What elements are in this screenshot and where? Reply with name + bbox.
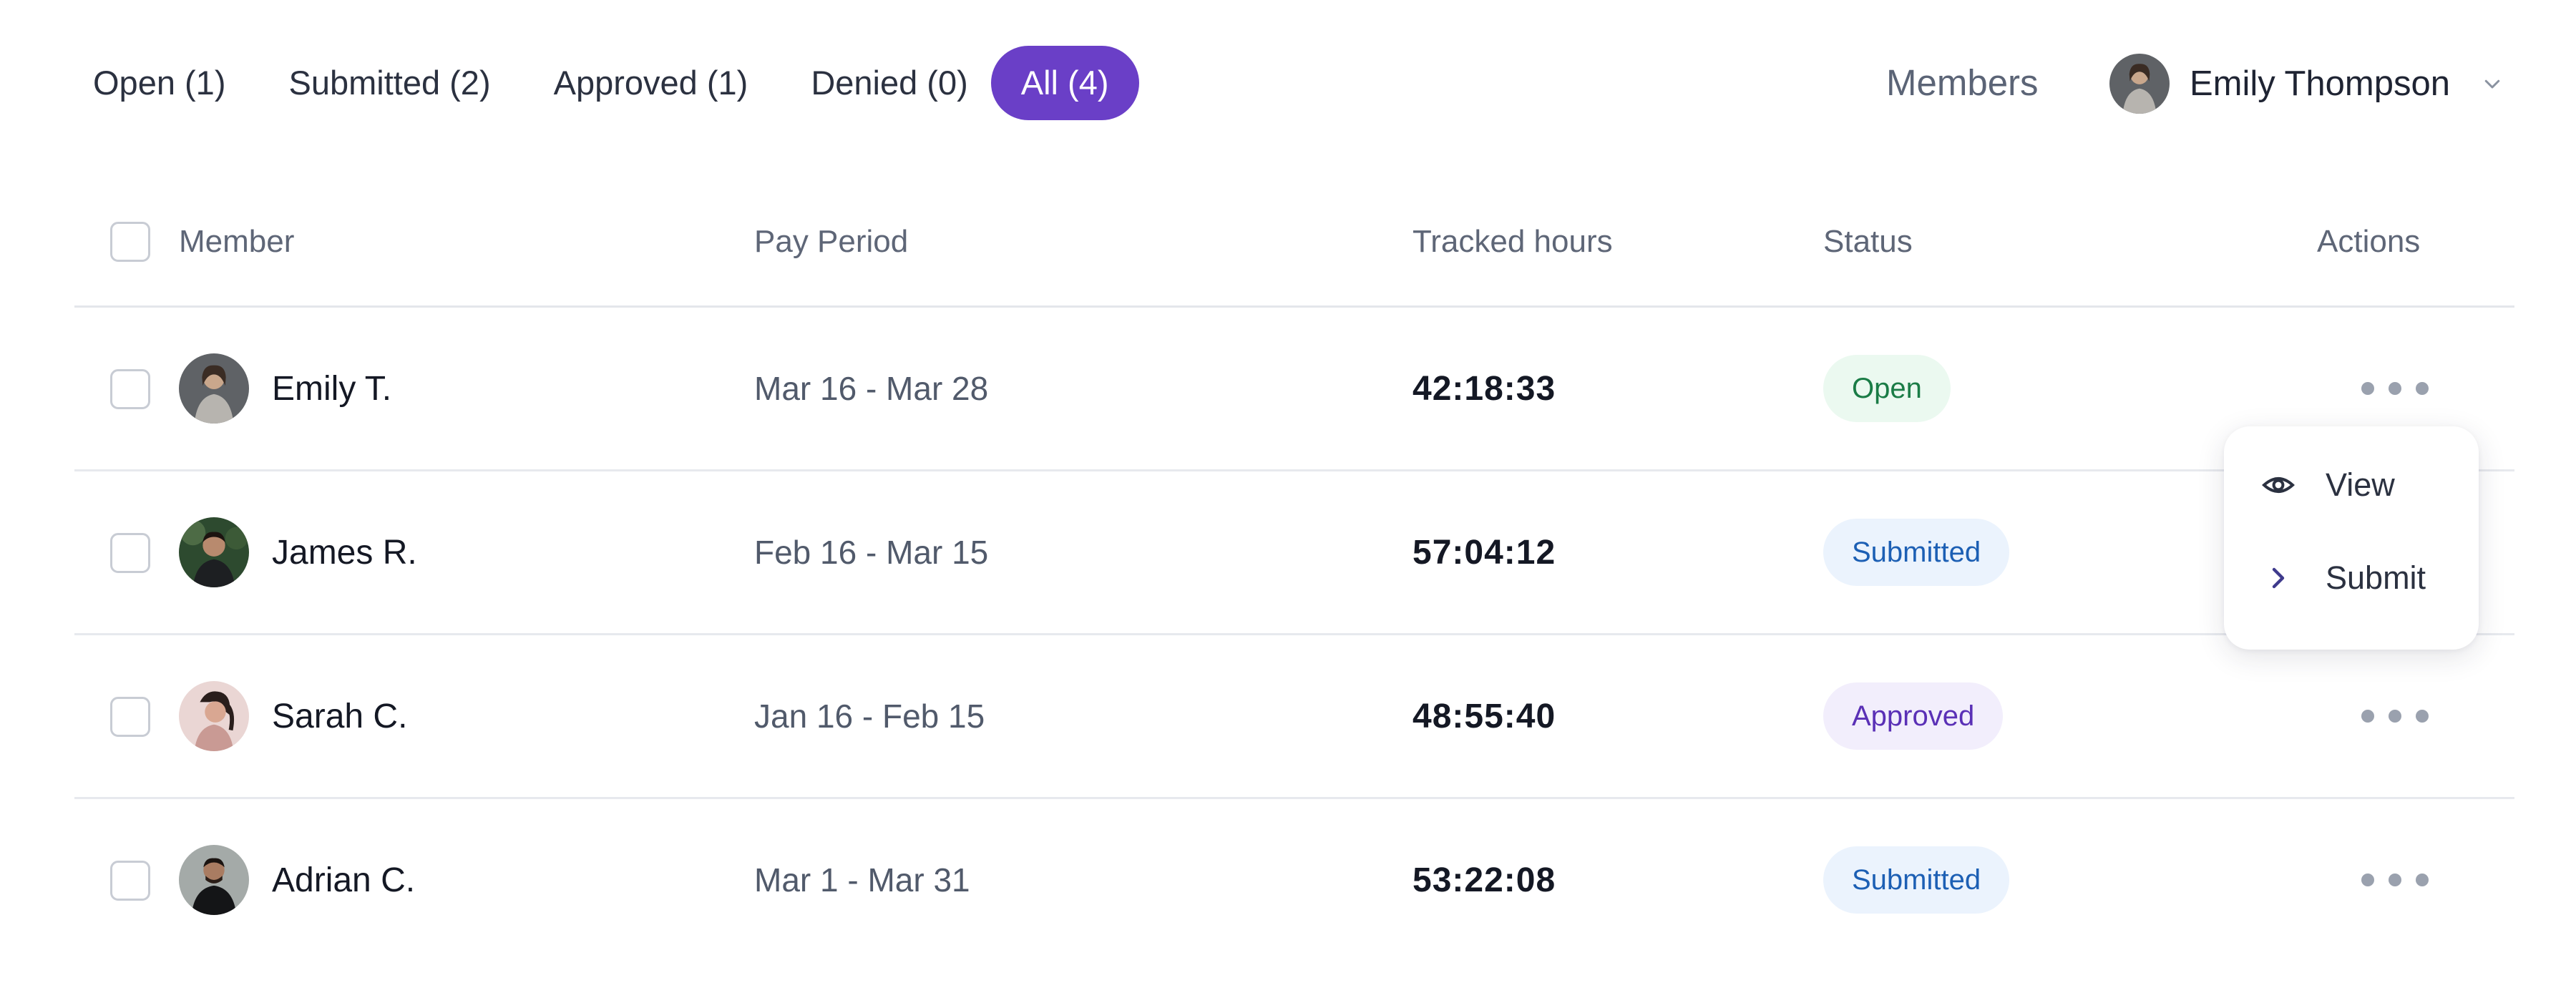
status-badge: Approved (1823, 682, 2004, 750)
status-badge: Submitted (1823, 846, 2010, 914)
table-row: Emily T. Mar 16 - Mar 28 42:18:33 Open (74, 308, 2514, 471)
user-avatar (2109, 54, 2170, 114)
row-checkbox[interactable] (110, 369, 150, 409)
actions-cell (2361, 635, 2429, 797)
column-header-status: Status (1823, 224, 1913, 259)
pay-period: Mar 1 - Mar 31 (754, 861, 970, 899)
pay-period: Jan 16 - Feb 15 (754, 698, 985, 735)
tab-submitted[interactable]: Submitted (2) (257, 46, 522, 120)
member-cell: Adrian C. (179, 799, 415, 961)
select-all-checkbox[interactable] (110, 222, 150, 262)
avatar (179, 517, 249, 587)
table-row: Sarah C. Jan 16 - Feb 15 48:55:40 Approv… (74, 635, 2514, 799)
member-cell: Emily T. (179, 308, 391, 469)
status-cell: Submitted (1823, 471, 2010, 633)
avatar (179, 353, 249, 424)
column-header-member: Member (179, 224, 295, 259)
view-label: View (2326, 466, 2395, 503)
member-cell: Sarah C. (179, 635, 407, 797)
avatar (179, 681, 249, 751)
row-checkbox[interactable] (110, 697, 150, 737)
status-cell: Submitted (1823, 799, 2010, 961)
more-actions-icon[interactable] (2361, 695, 2429, 737)
tab-denied[interactable]: Denied (0) (779, 46, 999, 120)
member-name[interactable]: Emily T. (272, 369, 391, 408)
chevron-right-icon (2261, 561, 2296, 595)
chevron-down-icon (2484, 79, 2500, 89)
table-row: James R. Feb 16 - Mar 15 57:04:12 Submit… (74, 471, 2514, 635)
eye-icon (2261, 468, 2296, 502)
user-name: Emily Thompson (2190, 64, 2451, 103)
avatar (179, 845, 249, 915)
more-actions-icon[interactable] (2361, 859, 2429, 901)
submit-label: Submit (2326, 559, 2426, 596)
more-actions-icon[interactable] (2361, 368, 2429, 409)
pay-period: Feb 16 - Mar 15 (754, 534, 989, 571)
tab-open[interactable]: Open (1) (74, 46, 257, 120)
member-name[interactable]: James R. (272, 533, 417, 572)
actions-dropdown: View Submit (2224, 426, 2479, 650)
column-header-actions: Actions (2317, 224, 2421, 259)
status-cell: Open (1823, 308, 1951, 469)
row-checkbox[interactable] (110, 861, 150, 901)
member-cell: James R. (179, 471, 417, 633)
status-badge: Submitted (1823, 519, 2010, 586)
members-link[interactable]: Members (1886, 60, 2039, 106)
pay-period: Mar 16 - Mar 28 (754, 370, 989, 407)
member-name[interactable]: Sarah C. (272, 697, 407, 736)
tab-all[interactable]: All (4) (990, 46, 1139, 120)
view-menu-item[interactable]: View (2261, 460, 2395, 510)
tracked-hours: 57:04:12 (1413, 533, 1556, 572)
status-cell: Approved (1823, 635, 2004, 797)
status-filter-tabs: Open (1) Submitted (2) Approved (1) Deni… (74, 46, 1139, 120)
submit-menu-item[interactable]: Submit (2261, 553, 2426, 603)
member-name[interactable]: Adrian C. (272, 861, 415, 900)
column-header-pay-period: Pay Period (754, 224, 909, 259)
table-header: Member Pay Period Tracked hours Status A… (74, 200, 2514, 308)
user-menu[interactable]: Emily Thompson (2109, 53, 2503, 114)
status-badge: Open (1823, 355, 1951, 422)
row-checkbox[interactable] (110, 533, 150, 573)
table-row: Adrian C. Mar 1 - Mar 31 53:22:08 Submit… (74, 799, 2514, 963)
tab-approved[interactable]: Approved (1) (522, 46, 780, 120)
column-header-tracked-hours: Tracked hours (1413, 224, 1613, 259)
tracked-hours: 53:22:08 (1413, 861, 1556, 899)
tracked-hours: 48:55:40 (1413, 697, 1556, 735)
actions-cell (2361, 799, 2429, 961)
tracked-hours: 42:18:33 (1413, 369, 1556, 408)
